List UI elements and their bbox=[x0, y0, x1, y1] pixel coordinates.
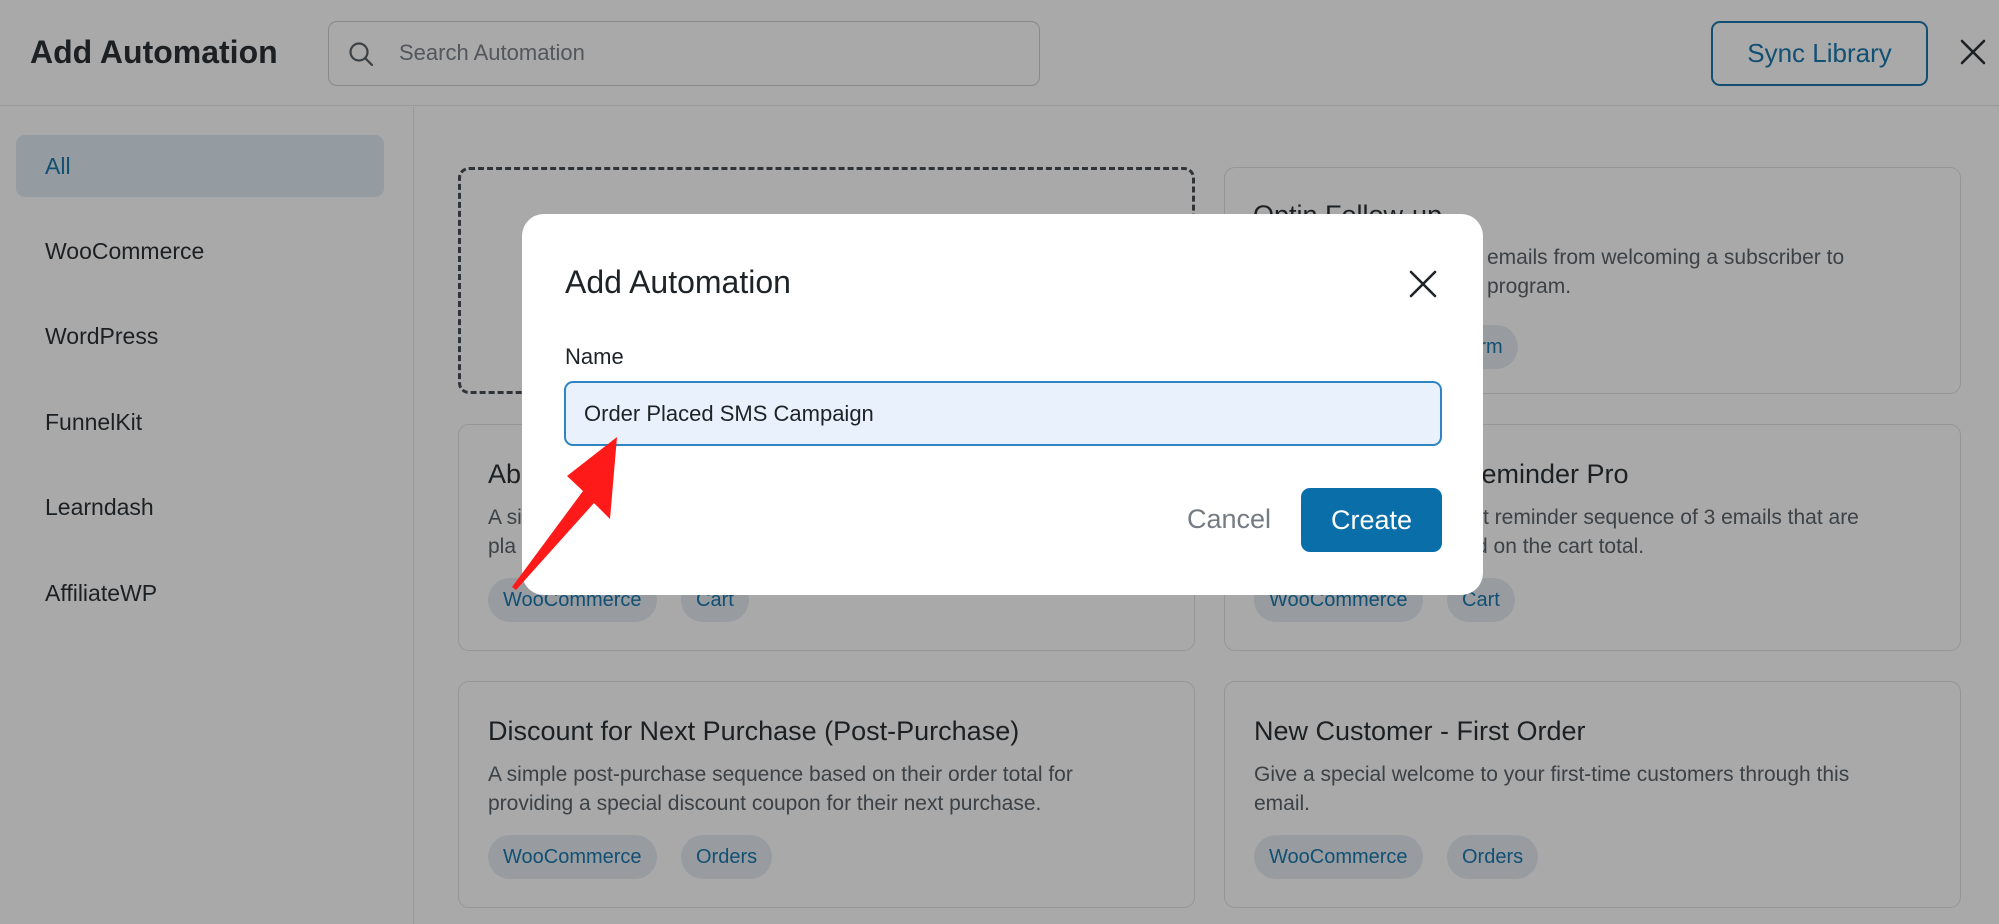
automation-name-input[interactable] bbox=[564, 381, 1442, 446]
name-label: Name bbox=[565, 344, 624, 369]
cancel-button[interactable]: Cancel bbox=[1162, 488, 1296, 550]
create-button[interactable]: Create bbox=[1301, 488, 1442, 552]
dialog-title: Add Automation bbox=[565, 264, 791, 300]
add-automation-dialog: Add Automation Name Cancel Create bbox=[522, 214, 1483, 595]
close-icon[interactable] bbox=[1406, 267, 1440, 301]
